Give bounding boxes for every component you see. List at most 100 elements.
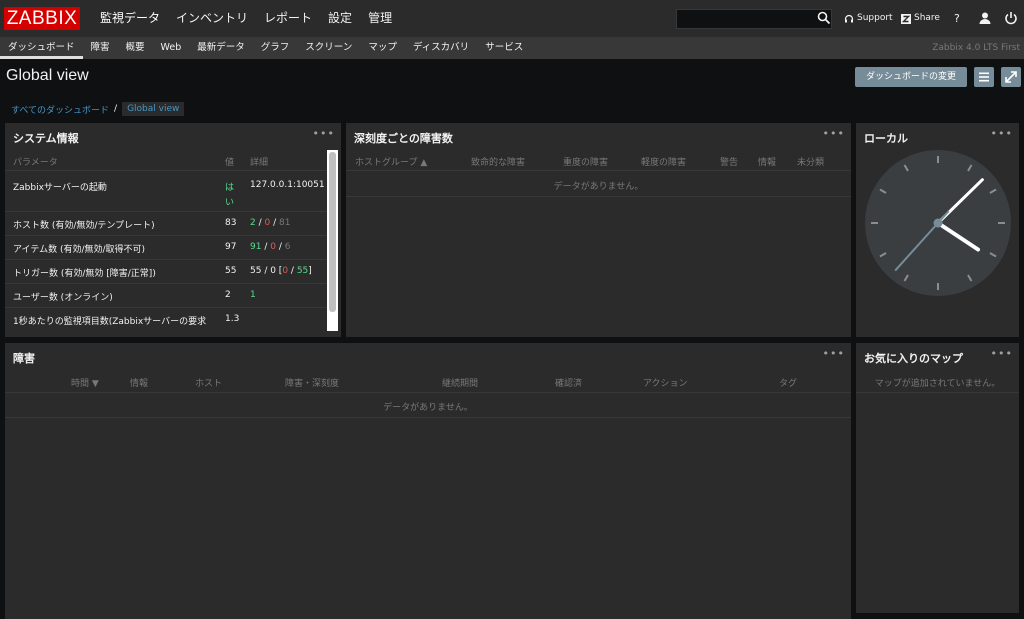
page-title: Global view xyxy=(6,67,89,84)
widget-title: 深刻度ごとの障害数 xyxy=(354,132,453,145)
row-divider xyxy=(346,196,851,197)
sub-nav-overview[interactable]: 概要 xyxy=(118,37,153,59)
support-link[interactable]: Support xyxy=(844,0,893,37)
column-header-host: ホスト xyxy=(195,379,223,389)
widget-menu-icon[interactable]: ••• xyxy=(823,127,845,140)
triggers-enabled-disabled: 55 / 0 [ xyxy=(250,266,283,276)
help-icon[interactable]: ? xyxy=(954,0,960,37)
column-header-average: 軽度の障害 xyxy=(641,158,687,168)
fullscreen-button[interactable] xyxy=(1001,67,1021,87)
search-icon[interactable] xyxy=(817,11,831,25)
main-nav: 監視データ インベントリ レポート 設定 管理 xyxy=(92,0,400,37)
widget-title: ローカル xyxy=(864,132,908,145)
param-nvps: 1秒あたりの監視項目数(Zabbixサーバーの要求 xyxy=(13,317,207,327)
headset-icon xyxy=(844,14,854,22)
column-header-problem-severity: 障害・深刻度 xyxy=(285,379,340,389)
row-divider xyxy=(5,417,851,418)
value-hosts: 83 xyxy=(225,218,237,228)
no-maps-message: マップが追加されていません。 xyxy=(874,379,1001,389)
column-header-duration: 継続期間 xyxy=(442,379,479,389)
edit-dashboard-button[interactable]: ダッシュボードの変更 xyxy=(855,67,967,87)
scrollbar-thumb[interactable] xyxy=(329,152,336,312)
detail-users-online: 1 xyxy=(250,290,256,300)
column-header-high: 重度の障害 xyxy=(563,158,609,168)
power-logout-icon[interactable] xyxy=(1004,11,1018,25)
widget-title: システム情報 xyxy=(13,132,79,145)
bracket-close: ] xyxy=(308,266,312,276)
sub-nav-screens[interactable]: スクリーン xyxy=(297,37,360,59)
sub-nav-maps[interactable]: マップ xyxy=(360,37,405,59)
column-header-information: 情報 xyxy=(758,158,777,168)
separator: / xyxy=(288,266,297,276)
column-header-details: 詳細 xyxy=(250,158,269,168)
separator: / xyxy=(270,218,279,228)
sub-nav-web[interactable]: Web xyxy=(153,37,190,59)
detail-server-address: 127.0.0.1:10051 xyxy=(250,180,325,190)
sub-nav-services[interactable]: サービス xyxy=(477,37,531,59)
separator: / xyxy=(261,242,271,252)
sub-nav-graphs[interactable]: グラフ xyxy=(253,37,298,59)
zabbix-logo[interactable]: ZABBIX xyxy=(4,7,80,30)
search-input[interactable] xyxy=(676,9,832,29)
detail-items: 91 / 0 / 6 xyxy=(250,242,290,252)
main-nav-administration[interactable]: 管理 xyxy=(360,0,400,37)
widget-title: お気に入りのマップ xyxy=(864,352,963,365)
param-hosts: ホスト数 (有効/無効/テンプレート) xyxy=(13,221,155,231)
share-link[interactable]: Share xyxy=(901,0,940,37)
column-header-host-group[interactable]: ホストグループ ▲ xyxy=(355,155,427,168)
breadcrumb: すべてのダッシュボード / Global view xyxy=(11,101,185,117)
items-unsupported: 6 xyxy=(284,242,291,252)
widget-menu-icon[interactable]: ••• xyxy=(991,127,1013,140)
row-divider xyxy=(5,259,327,260)
sub-nav-latest-data[interactable]: 最新データ xyxy=(189,37,253,59)
version-label: Zabbix 4.0 LTS First xyxy=(932,43,1020,53)
param-triggers: トリガー数 (有効/無効 [障害/正常]) xyxy=(13,269,156,279)
breadcrumb-all-dashboards[interactable]: すべてのダッシュボード xyxy=(11,103,109,116)
row-divider xyxy=(5,235,327,236)
column-header-acknowledged: 確認済 xyxy=(555,379,583,389)
main-nav-configuration[interactable]: 設定 xyxy=(320,0,360,37)
items-enabled: 91 xyxy=(250,242,262,252)
dashboard-actions-button[interactable] xyxy=(974,67,994,87)
sub-nav-problems[interactable]: 障害 xyxy=(83,37,118,59)
user-profile-icon[interactable] xyxy=(978,11,992,25)
row-divider xyxy=(5,392,851,393)
triggers-ok: 55 xyxy=(296,266,309,276)
widget-menu-icon[interactable]: ••• xyxy=(991,347,1013,360)
column-header-disaster: 致命的な障害 xyxy=(471,158,526,168)
support-label: Support xyxy=(857,13,893,23)
widget-title: 障害 xyxy=(13,352,35,365)
widget-menu-icon[interactable]: ••• xyxy=(823,347,845,360)
detail-triggers: 55 / 0 [0 / 55] xyxy=(250,266,312,276)
breadcrumb-current[interactable]: Global view xyxy=(122,102,185,116)
separator: / xyxy=(275,242,285,252)
value-server-running-1: は xyxy=(225,183,235,193)
value-server-running-2: い xyxy=(225,198,235,208)
sub-nav-discovery[interactable]: ディスカバリ xyxy=(405,37,477,59)
row-divider xyxy=(5,170,327,171)
no-data-message: データがありません。 xyxy=(553,182,644,192)
column-header-tags: タグ xyxy=(779,379,798,389)
row-divider xyxy=(856,392,1019,393)
row-divider xyxy=(5,211,327,212)
share-label: Share xyxy=(914,13,940,23)
main-nav-reports[interactable]: レポート xyxy=(256,0,320,37)
param-users: ユーザー数 (オンライン) xyxy=(13,293,113,303)
fullscreen-expand-icon xyxy=(1005,71,1017,83)
value-nvps: 1.3 xyxy=(225,314,240,324)
column-header-time[interactable]: 時間 ▼ xyxy=(71,376,99,389)
main-nav-monitoring[interactable]: 監視データ xyxy=(92,0,168,37)
sub-nav-dashboard[interactable]: ダッシュボード xyxy=(0,37,83,59)
column-header-parameter: パラメータ xyxy=(13,158,58,168)
row-divider xyxy=(5,307,327,308)
hosts-templates: 81 xyxy=(279,218,291,228)
clock-center xyxy=(933,218,943,228)
param-items: アイテム数 (有効/無効/取得不可) xyxy=(13,245,146,255)
detail-hosts: 2 / 0 / 81 xyxy=(250,218,290,228)
widget-menu-icon[interactable]: ••• xyxy=(313,127,335,140)
column-header-warning: 警告 xyxy=(720,158,739,168)
top-bar: ZABBIX 監視データ インベントリ レポート 設定 管理 Support S… xyxy=(0,0,1024,37)
analog-clock xyxy=(865,150,1011,296)
main-nav-inventory[interactable]: インベントリ xyxy=(168,0,256,37)
column-header-actions: アクション xyxy=(643,379,688,389)
